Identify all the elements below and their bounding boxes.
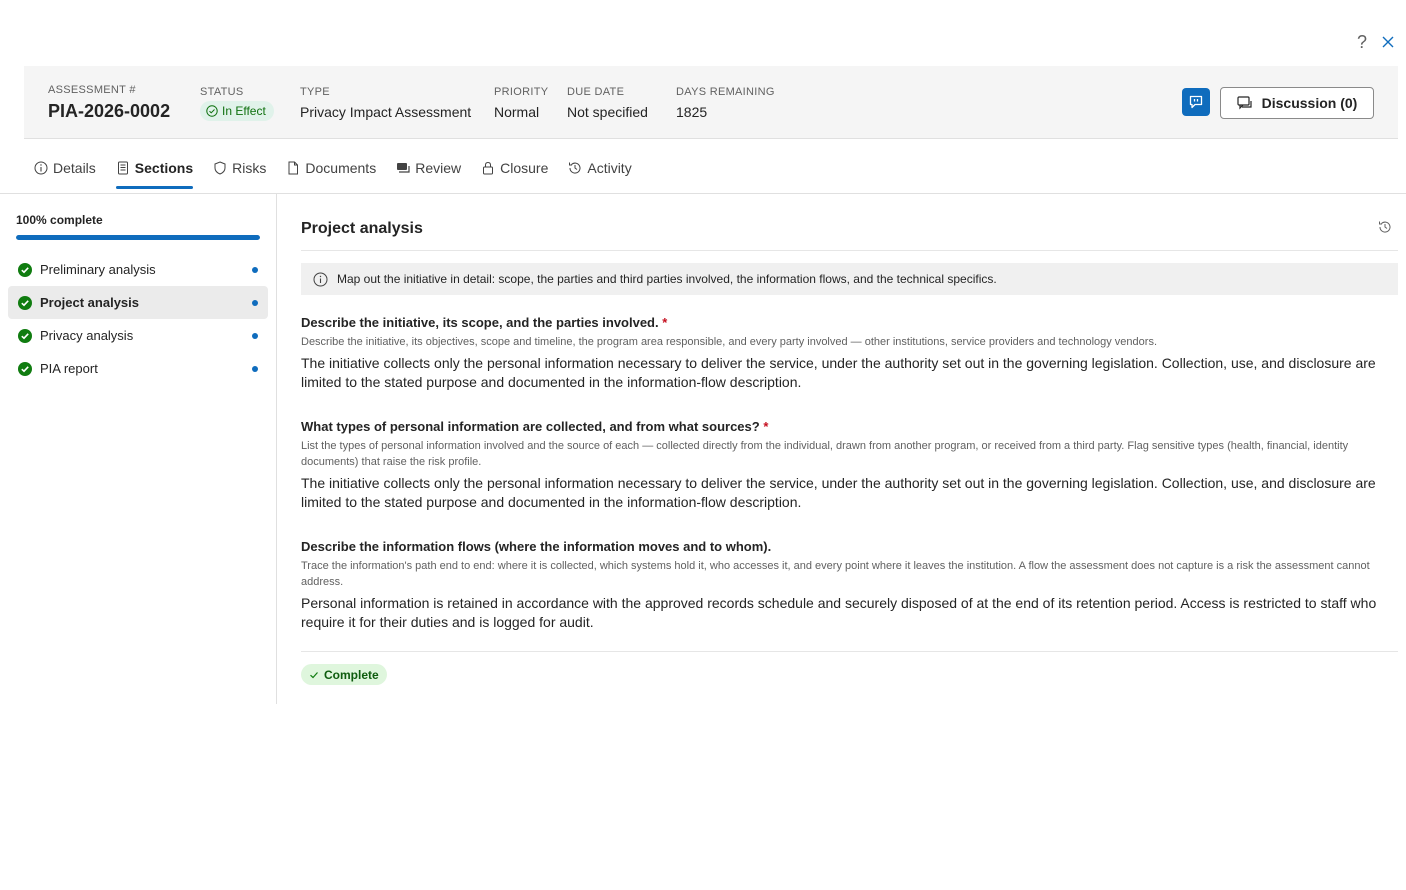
tab-review-label: Review [415,160,462,176]
due-date-value: Not specified [567,104,648,120]
due-date-label: DUE DATE [567,86,625,98]
complete-label: Complete [324,667,379,682]
close-icon[interactable] [1380,34,1396,50]
help-button[interactable]: ? [1354,32,1370,52]
question-title-text: What types of personal information are c… [301,419,760,434]
assessment-header: ASSESSMENT # PIA-2026-0002 STATUS In Eff… [24,66,1398,139]
tab-sections-label: Sections [134,160,194,176]
status-dot [252,300,258,306]
content-divider [301,651,1398,652]
tab-closure[interactable]: Closure [471,148,558,188]
sidebar-item-project-analysis[interactable]: Project analysis [8,286,268,319]
discussion-label: Discussion (0) [1261,95,1358,111]
question-answer: The initiative collects only the persona… [301,355,1376,390]
chat-button[interactable] [1182,88,1210,116]
question-title-text: Describe the initiative, its scope, and … [301,315,659,330]
info-icon [313,272,328,286]
check-circle-icon [18,262,32,277]
discussion-button[interactable]: Discussion (0) [1220,87,1374,119]
section-list: Preliminary analysis Project analysis Pr… [8,253,268,385]
shield-icon [214,161,226,175]
assessment-number-label: ASSESSMENT # [48,84,136,96]
check-circle-icon [18,328,32,343]
chat-icon [1189,95,1203,109]
status-dot [252,267,258,273]
status-dot [252,333,258,339]
tab-activity-label: Activity [587,160,632,176]
tab-sections[interactable]: Sections [106,148,203,189]
sections-icon [117,161,128,175]
progress-bar [16,235,260,240]
tab-documents-label: Documents [305,160,377,176]
complete-badge: Complete [301,664,387,685]
history-icon [569,162,581,174]
tab-documents[interactable]: Documents [276,148,386,188]
info-banner: Map out the initiative in detail: scope,… [301,263,1398,295]
sidebar-item-label: PIA report [40,361,98,376]
lock-icon [483,161,494,175]
status-badge: In Effect [200,101,274,121]
tab-closure-label: Closure [500,160,549,176]
check-circle-icon [206,105,218,117]
question-block: Describe the information flows (where th… [301,538,1398,632]
priority-label: PRIORITY [494,86,549,98]
question-title-text: Describe the information flows (where th… [301,539,772,554]
sidebar-item-privacy-analysis[interactable]: Privacy analysis [8,319,268,352]
type-label: TYPE [300,86,330,98]
required-mark: * [662,315,668,330]
question-block: Describe the initiative, its scope, and … [301,314,1398,392]
sections-sidebar: 100% complete Preliminary analysis Proje… [0,194,277,704]
days-remaining-value: 1825 [676,104,708,120]
check-circle-icon [18,295,32,310]
history-icon[interactable] [1378,220,1392,234]
discussion-icon [1237,96,1252,110]
days-remaining-label: DAYS REMAINING [676,86,775,98]
status-label: STATUS [200,86,244,98]
document-icon [288,161,299,175]
type-value: Privacy Impact Assessment [300,104,472,120]
question-title: What types of personal information are c… [301,418,1398,435]
tab-risks[interactable]: Risks [203,148,276,188]
sidebar-item-label: Project analysis [40,295,139,310]
tab-bar: Details Sections Risks Documents Review … [24,148,642,192]
question-answer: Personal information is retained in acco… [301,595,1377,630]
question-title: Describe the initiative, its scope, and … [301,314,1398,331]
question-title: Describe the information flows (where th… [301,538,1398,555]
required-mark: * [763,419,769,434]
sidebar-item-preliminary-analysis[interactable]: Preliminary analysis [8,253,268,286]
assessment-number: PIA-2026-0002 [48,101,171,121]
check-circle-icon [18,361,32,376]
title-divider [301,250,1398,251]
tab-details-label: Details [53,160,96,176]
question-answer: The initiative collects only the persona… [301,475,1376,510]
sidebar-item-pia-report[interactable]: PIA report [8,352,268,385]
progress-fill [16,235,260,240]
sidebar-item-label: Privacy analysis [40,328,134,343]
priority-value: Normal [494,104,540,120]
question-hint: Trace the information's path end to end:… [301,560,1370,588]
question-hint: List the types of personal information i… [301,440,1349,468]
tab-details[interactable]: Details [24,148,106,188]
tab-risks-label: Risks [232,160,267,176]
question-hint: Describe the initiative, its objectives,… [301,336,1157,348]
tab-review[interactable]: Review [386,148,471,188]
question-block: What types of personal information are c… [301,418,1398,512]
section-title: Project analysis [301,220,423,237]
status-value: In Effect [222,104,266,118]
checkmark-icon [310,671,318,678]
status-dot [252,366,258,372]
info-icon [34,161,48,175]
window-actions: ? [1346,30,1406,54]
tab-activity[interactable]: Activity [558,148,641,188]
progress-label: 100% complete [16,213,103,227]
info-text: Map out the initiative in detail: scope,… [337,272,997,286]
review-icon [397,163,410,173]
sidebar-item-label: Preliminary analysis [40,262,156,277]
